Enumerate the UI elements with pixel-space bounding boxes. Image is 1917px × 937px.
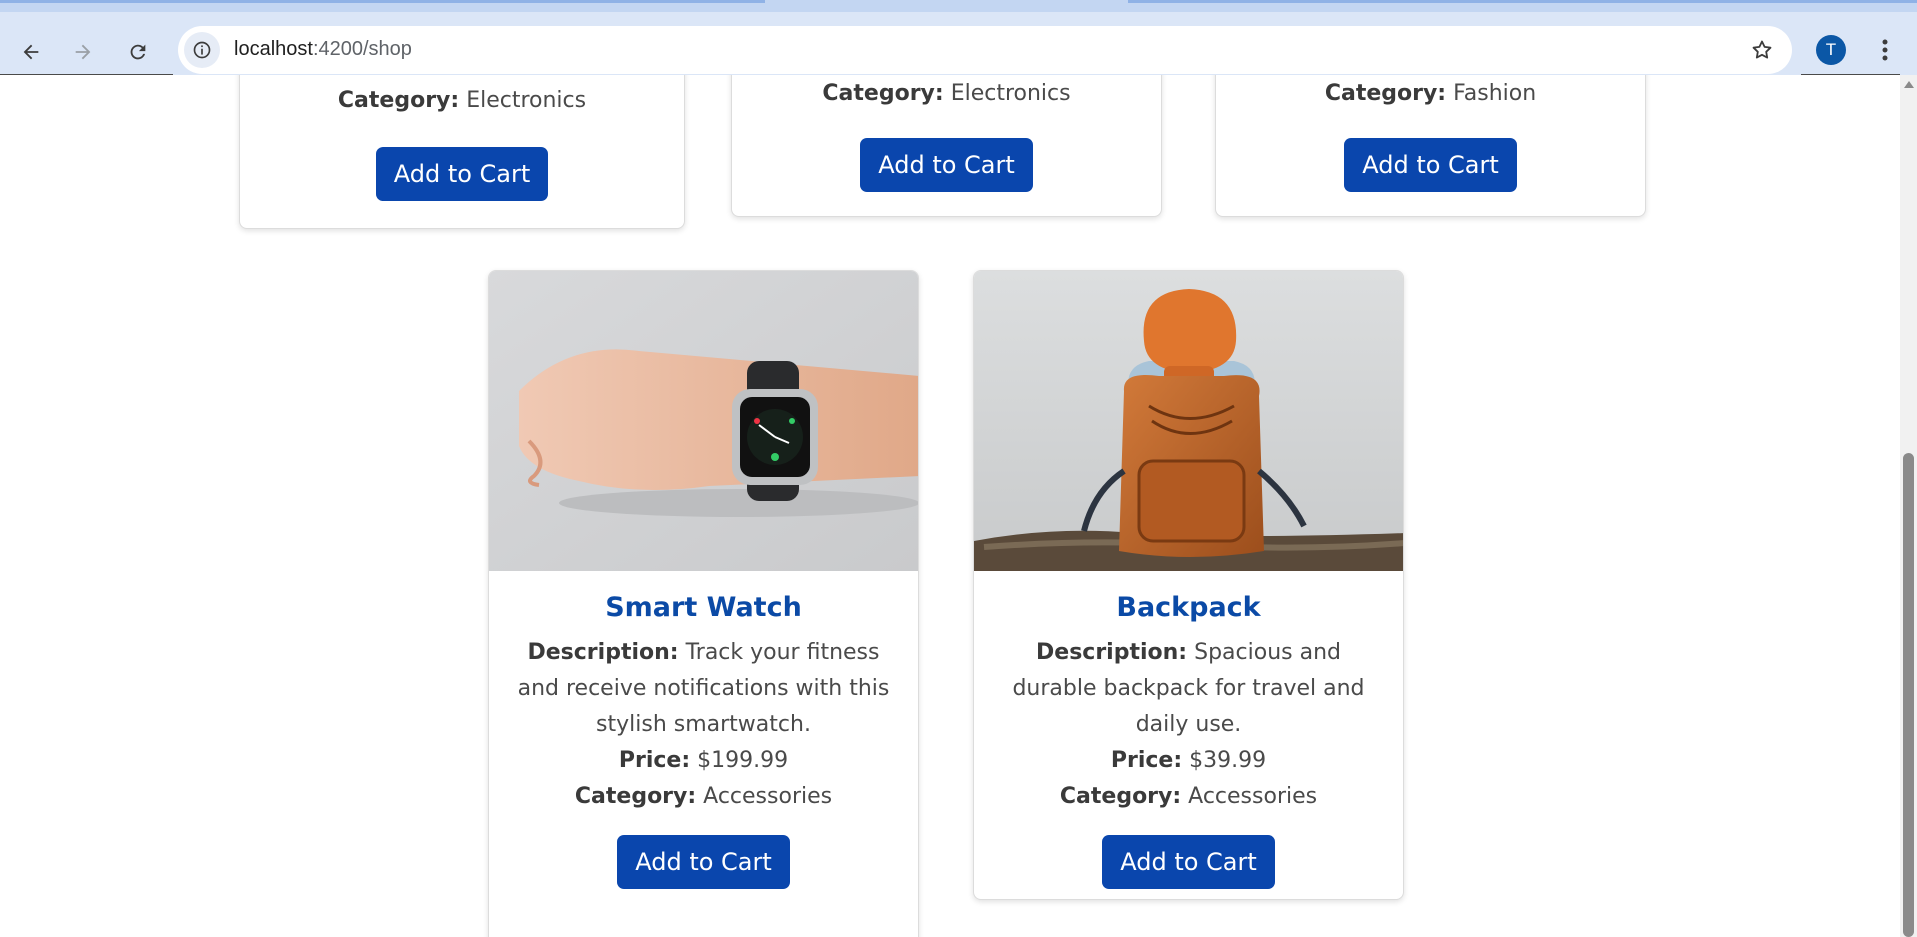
backpack-image bbox=[974, 271, 1403, 571]
forward-button[interactable] bbox=[63, 32, 103, 72]
product-card: Category: Electronics Add to Cart bbox=[239, 75, 685, 229]
product-image bbox=[489, 271, 918, 571]
product-title[interactable]: Smart Watch bbox=[489, 591, 918, 625]
product-card: Category: Electronics Add to Cart bbox=[731, 75, 1162, 217]
product-title[interactable]: Backpack bbox=[974, 591, 1403, 625]
tab-indicator bbox=[1128, 0, 1917, 3]
add-to-cart-button[interactable]: Add to Cart bbox=[1344, 138, 1517, 192]
product-price: Price: $39.99 bbox=[1110, 748, 1267, 773]
tab-indicator bbox=[0, 0, 765, 3]
product-description: Description: Track your fitness and rece… bbox=[517, 640, 890, 737]
site-info-button[interactable] bbox=[184, 32, 220, 68]
url-text[interactable]: localhost:4200/shop bbox=[234, 38, 412, 61]
add-to-cart-button[interactable]: Add to Cart bbox=[375, 147, 549, 201]
browser-menu-button[interactable] bbox=[1870, 32, 1900, 68]
product-description: Description: Spacious and durable backpa… bbox=[1012, 640, 1365, 737]
smart-watch-image bbox=[489, 271, 918, 571]
product-image bbox=[974, 271, 1403, 571]
tab-strip bbox=[0, 0, 1917, 12]
product-price: Price: $199.99 bbox=[618, 748, 789, 773]
product-card-backpack: Backpack Description: Spacious and durab… bbox=[973, 270, 1404, 900]
page-scrollbar[interactable] bbox=[1900, 75, 1917, 937]
arrow-right-icon bbox=[75, 44, 91, 60]
product-category: Category: Fashion bbox=[1324, 81, 1537, 106]
product-category: Category: Accessories bbox=[574, 784, 833, 809]
product-category: Category: Electronics bbox=[822, 81, 1071, 106]
product-card: Category: Fashion Add to Cart bbox=[1215, 75, 1646, 217]
product-category: Category: Electronics bbox=[337, 88, 587, 113]
shop-page: Category: Electronics Add to Cart Catego… bbox=[0, 75, 1900, 937]
add-to-cart-button[interactable]: Add to Cart bbox=[617, 835, 790, 889]
add-to-cart-button[interactable]: Add to Cart bbox=[1102, 835, 1275, 889]
profile-avatar[interactable]: T bbox=[1816, 35, 1846, 65]
url-path: :4200/shop bbox=[312, 38, 412, 60]
reload-button[interactable] bbox=[118, 32, 158, 72]
address-bar[interactable]: localhost:4200/shop bbox=[178, 26, 1792, 74]
bookmark-star-icon[interactable] bbox=[1750, 38, 1774, 62]
scroll-up-arrow-icon[interactable] bbox=[1904, 81, 1914, 88]
info-icon bbox=[193, 41, 211, 59]
product-card-smart-watch: Smart Watch Description: Track your fitn… bbox=[488, 270, 919, 937]
back-button[interactable] bbox=[11, 32, 51, 72]
product-category: Category: Accessories bbox=[1059, 784, 1318, 809]
more-vert-icon bbox=[1882, 39, 1888, 61]
reload-icon bbox=[130, 44, 146, 60]
scrollbar-thumb[interactable] bbox=[1903, 453, 1914, 937]
browser-toolbar: localhost:4200/shop T bbox=[0, 12, 1917, 75]
add-to-cart-button[interactable]: Add to Cart bbox=[860, 138, 1033, 192]
arrow-left-icon bbox=[23, 44, 39, 60]
url-host: localhost bbox=[234, 38, 313, 60]
